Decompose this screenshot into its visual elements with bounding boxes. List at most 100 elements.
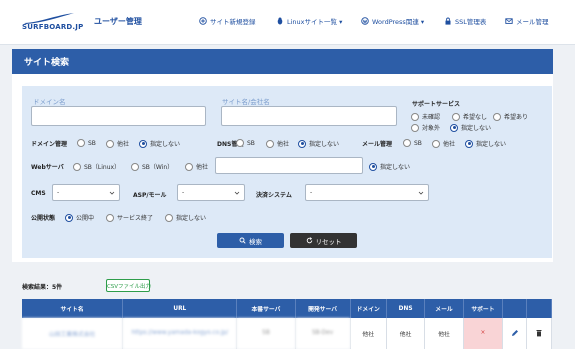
mail-mgmt-label: メール管理: [362, 141, 393, 148]
webserver-other[interactable]: 他社: [185, 162, 208, 171]
radio-dot: [452, 112, 460, 121]
col-mail: メール: [424, 299, 464, 318]
radio-label: 他社: [277, 141, 290, 148]
status-label: 公開状態: [31, 215, 56, 222]
nav-new-site[interactable]: サイト新規登録: [199, 16, 256, 26]
pencil-icon[interactable]: [511, 329, 519, 337]
site-name-input[interactable]: [221, 106, 397, 126]
mail-mgmt-unspecified[interactable]: 指定しない: [465, 139, 506, 148]
domain-input[interactable]: [31, 106, 206, 126]
site-name-label: サイト名/会社名: [222, 98, 270, 106]
webserver-other-input[interactable]: [215, 157, 363, 174]
csv-export-button[interactable]: CSVファイル出力: [106, 279, 152, 292]
support-radio-unconfirmed[interactable]: 未確認: [411, 112, 440, 121]
reset-button[interactable]: リセット: [290, 233, 357, 248]
chevron-down-icon: [109, 191, 115, 195]
status-public[interactable]: 公開中: [65, 213, 94, 222]
radio-label: 他社: [443, 141, 456, 148]
domain-label: ドメイン名: [33, 98, 66, 106]
cms-select-value: -: [57, 189, 60, 196]
radio-dot: [450, 123, 458, 132]
support-radio-excluded[interactable]: 対象外: [411, 123, 440, 132]
radio-label: SB: [247, 139, 255, 147]
mail-mgmt-other[interactable]: 他社: [432, 139, 455, 148]
nav-linux-sites-label: Linuxサイト一覧 ▾: [287, 18, 343, 26]
dns-mgmt-other[interactable]: 他社: [266, 139, 289, 148]
results-table: サイト名 URL 本番サーバ 開発サーバ ドメイン DNS メール サポート 山…: [22, 299, 552, 349]
cell-dns: 他社: [386, 318, 426, 349]
refresh-icon: [306, 237, 312, 244]
domain-mgmt-unspecified[interactable]: 指定しない: [139, 139, 180, 148]
radio-label: 希望あり: [504, 114, 529, 121]
result-count: 検索結果：5件: [22, 284, 63, 291]
cms-select[interactable]: -: [52, 184, 120, 201]
col-dev-server: 開発サーバ: [295, 299, 351, 318]
cell-site-name[interactable]: 山田工業株式会社: [22, 318, 124, 349]
col-edit: [502, 299, 528, 318]
col-prod-server: 本番サーバ: [236, 299, 296, 318]
radio-label: 指定しない: [150, 141, 181, 148]
radio-dot: [369, 162, 377, 171]
nav-ssl-label: SSL管理表: [455, 18, 487, 26]
radio-dot: [266, 139, 274, 148]
nav-linux-sites[interactable]: Linuxサイト一覧 ▾: [276, 16, 342, 26]
col-support: サポート: [463, 299, 504, 318]
radio-label: 指定しない: [176, 215, 207, 222]
chevron-down-icon: [234, 191, 240, 195]
support-radio-wish[interactable]: 希望あり: [493, 112, 528, 121]
dns-mgmt-unspecified[interactable]: 指定しない: [298, 139, 339, 148]
asp-select-value: -: [182, 189, 185, 196]
plus-circle-icon: [199, 17, 207, 25]
delete-cell: [526, 318, 552, 349]
support-radio-no-wish[interactable]: 希望なし: [452, 112, 487, 121]
panel-header: [12, 49, 553, 74]
status-ended[interactable]: サービス終了: [106, 213, 153, 222]
edit-cell: [502, 318, 528, 349]
nav-ssl[interactable]: SSL管理表: [444, 16, 486, 26]
cell-dev-server: SB-Dev: [295, 318, 351, 349]
webserver-sb-linux[interactable]: SB（Linux）: [73, 162, 120, 171]
mail-icon: [505, 18, 513, 24]
radio-dot: [106, 213, 114, 222]
header-title: ユーザー管理: [94, 17, 142, 26]
webserver-sb-win[interactable]: SB（Win）: [131, 162, 173, 171]
status-unspecified[interactable]: 指定しない: [165, 213, 206, 222]
radio-dot: [465, 139, 473, 148]
radio-label: 対象外: [422, 125, 441, 132]
cell-support: ×: [463, 318, 504, 349]
payment-select[interactable]: -: [305, 184, 429, 201]
radio-label: 指定しない: [461, 125, 492, 132]
radio-label: 他社: [117, 141, 130, 148]
cell-domain: 他社: [350, 318, 387, 349]
cell-url[interactable]: https://www.yamada-kogyo.co.jp/: [122, 318, 238, 349]
radio-label: 他社: [196, 164, 209, 171]
nav-new-site-label: サイト新規登録: [210, 18, 256, 26]
radio-dot: [185, 162, 193, 171]
radio-dot: [131, 162, 139, 171]
search-button[interactable]: 検索: [217, 233, 284, 248]
dns-mgmt-sb[interactable]: SB: [236, 139, 255, 147]
csv-export-label: CSVファイル出力: [106, 283, 152, 290]
mail-mgmt-sb[interactable]: SB: [403, 139, 422, 147]
domain-mgmt-other[interactable]: 他社: [106, 139, 129, 148]
radio-label: 公開中: [76, 215, 95, 222]
col-dns: DNS: [386, 299, 426, 318]
support-radio-unspecified[interactable]: 指定しない: [450, 123, 491, 132]
radio-dot: [411, 123, 419, 132]
radio-label: 希望なし: [463, 114, 488, 121]
domain-mgmt-sb[interactable]: SB: [77, 139, 96, 147]
asp-select[interactable]: -: [177, 184, 245, 201]
asp-label: ASP/モール: [133, 192, 167, 199]
logo[interactable]: SURFBOARD.JP: [22, 11, 83, 33]
radio-dot: [403, 139, 411, 147]
radio-dot: [77, 139, 85, 147]
trash-icon[interactable]: [535, 329, 543, 337]
nav-mail[interactable]: メール管理: [505, 16, 549, 26]
col-delete: [526, 299, 552, 318]
radio-dot: [139, 139, 147, 148]
wordpress-icon: [361, 17, 369, 25]
webserver-unspecified[interactable]: 指定しない: [369, 162, 410, 171]
nav-wordpress[interactable]: WordPress関連 ▾: [361, 16, 424, 26]
search-button-label: 検索: [249, 237, 262, 246]
radio-label: SB（Linux）: [84, 164, 121, 171]
